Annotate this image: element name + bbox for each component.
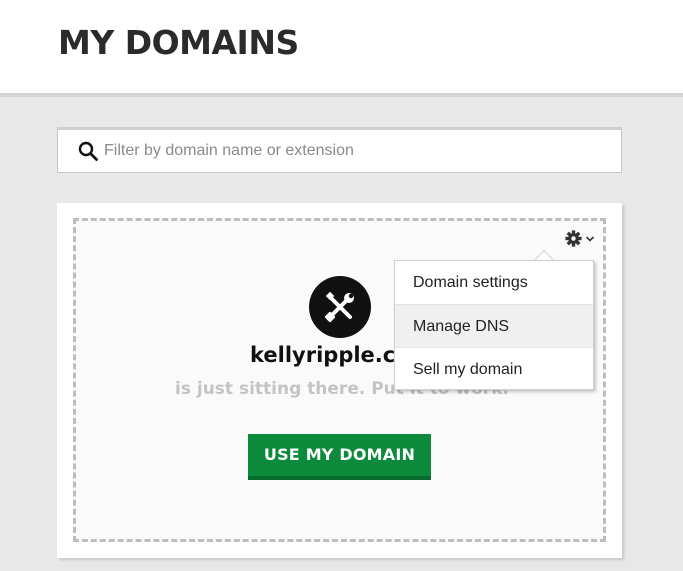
domain-actions-menu: Domain settings Manage DNS Sell my domai…: [394, 260, 594, 390]
search-box[interactable]: [57, 127, 622, 173]
gear-icon: [565, 230, 582, 247]
use-my-domain-button[interactable]: USE MY DOMAIN: [248, 434, 431, 480]
search-icon: [78, 141, 98, 161]
menu-item-domain-settings[interactable]: Domain settings: [395, 261, 593, 304]
menu-item-sell-my-domain[interactable]: Sell my domain: [395, 347, 593, 390]
page-header: MY DOMAINS: [0, 0, 683, 97]
page-title: MY DOMAINS: [58, 23, 299, 62]
search-input[interactable]: [104, 136, 604, 166]
tools-icon: [309, 276, 371, 338]
domain-name: kellyripple.c: [250, 343, 396, 367]
chevron-down-icon: [585, 236, 595, 242]
menu-item-manage-dns[interactable]: Manage DNS: [395, 304, 593, 347]
domain-settings-toggle[interactable]: [565, 230, 597, 250]
